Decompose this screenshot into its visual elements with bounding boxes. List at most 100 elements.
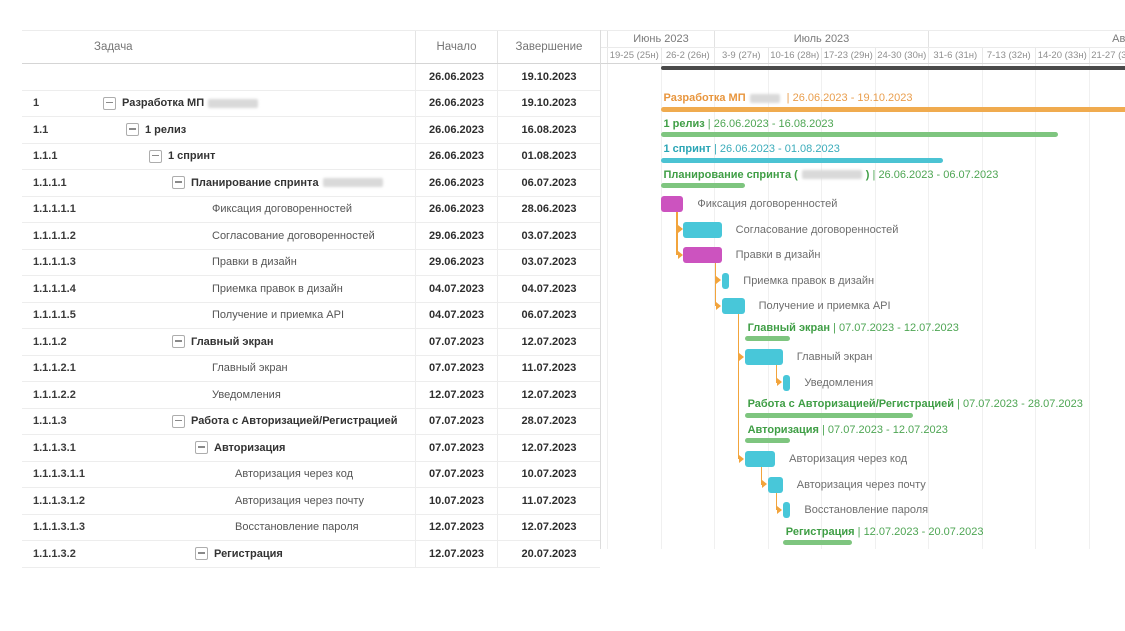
- end-date-cell: 03.07.2023: [497, 250, 600, 276]
- end-date-cell: 01.08.2023: [497, 144, 600, 170]
- summary-bar[interactable]: [661, 183, 745, 188]
- end-date-cell: 20.07.2023: [497, 541, 600, 567]
- task-name-label: Авторизация через почту: [235, 495, 364, 507]
- end-date-cell: 28.07.2023: [497, 409, 600, 435]
- task-bar-label: Получение и приемка API: [759, 298, 891, 314]
- week-cell: 19-25 (25н): [607, 48, 661, 64]
- table-body: 26.06.202319.10.20231Разработка МП26.06.…: [22, 64, 600, 568]
- end-date-cell: 11.07.2023: [497, 356, 600, 382]
- summary-bar[interactable]: [745, 413, 913, 418]
- start-date-cell: 07.07.2023: [415, 409, 497, 435]
- summary-bar[interactable]: [745, 336, 791, 341]
- table-row[interactable]: 1.1.1.1.2Согласование договоренностей29.…: [22, 223, 600, 250]
- bar-label: Главный экран | 07.07.2023 - 12.07.2023: [748, 321, 959, 335]
- table-row[interactable]: 1Разработка МП26.06.202319.10.2023: [22, 91, 600, 118]
- table-row[interactable]: 1.1.1.2Главный экран07.07.202312.07.2023: [22, 329, 600, 356]
- summary-bar[interactable]: [783, 540, 852, 545]
- bar-label: 1 релиз | 26.06.2023 - 16.08.2023: [664, 117, 834, 131]
- bar-label-dates: | 07.07.2023 - 28.07.2023: [954, 398, 1083, 410]
- collapse-icon[interactable]: [172, 335, 185, 348]
- table-row[interactable]: 1.11 релиз26.06.202316.08.2023: [22, 117, 600, 144]
- table-row[interactable]: 1.1.11 спринт26.06.202301.08.2023: [22, 144, 600, 171]
- task-bar[interactable]: [745, 349, 783, 365]
- week-cell: 3-9 (27н): [714, 48, 768, 64]
- collapse-icon[interactable]: [149, 150, 162, 163]
- dependency-arrow-icon: [739, 455, 744, 463]
- summary-bar[interactable]: [661, 107, 1125, 112]
- task-name-cell: Разработка МП: [22, 91, 415, 117]
- task-bar[interactable]: [783, 375, 791, 391]
- bar-label: Планирование спринта () | 26.06.2023 - 0…: [664, 168, 999, 182]
- end-date-cell: 06.07.2023: [497, 170, 600, 196]
- table-row[interactable]: 1.1.1.1.4Приемка правок в дизайн04.07.20…: [22, 276, 600, 303]
- summary-bar[interactable]: [745, 438, 791, 443]
- task-name-cell: Восстановление пароля: [22, 515, 415, 541]
- table-row[interactable]: 1.1.1.1.5Получение и приемка API04.07.20…: [22, 303, 600, 330]
- end-date-cell: 28.06.2023: [497, 197, 600, 223]
- collapse-icon[interactable]: [195, 547, 208, 560]
- start-date-cell: 12.07.2023: [415, 515, 497, 541]
- task-bar[interactable]: [745, 451, 776, 467]
- task-name-cell: Авторизация через код: [22, 462, 415, 488]
- dependency-line: [738, 306, 740, 459]
- table-row[interactable]: 1.1.1.1.1Фиксация договоренностей26.06.2…: [22, 197, 600, 224]
- start-date-cell: 26.06.2023: [415, 91, 497, 117]
- table-row[interactable]: 1.1.1.3.1.1Авторизация через код07.07.20…: [22, 462, 600, 489]
- task-bar[interactable]: [683, 222, 721, 238]
- task-name-cell: Регистрация: [22, 541, 415, 567]
- dependency-arrow-icon: [716, 302, 721, 310]
- dependency-arrow-icon: [678, 225, 683, 233]
- start-date-cell: 04.07.2023: [415, 276, 497, 302]
- table-row[interactable]: 1.1.1.1.3Правки в дизайн29.06.202303.07.…: [22, 250, 600, 277]
- table-row[interactable]: 1.1.1.3.2Регистрация12.07.202320.07.2023: [22, 541, 600, 568]
- end-date-cell: 10.07.2023: [497, 462, 600, 488]
- gantt-app: Задача Начало Завершение 26.06.202319.10…: [0, 0, 1125, 631]
- task-name-cell: 1 релиз: [22, 117, 415, 143]
- task-name-cell: Главный экран: [22, 356, 415, 382]
- table-row[interactable]: 1.1.1.3.1.3Восстановление пароля12.07.20…: [22, 515, 600, 542]
- table-row[interactable]: 1.1.1.3.1.2Авторизация через почту10.07.…: [22, 488, 600, 515]
- grid-line: [607, 64, 608, 549]
- bar-label-dates: | 26.06.2023 - 16.08.2023: [705, 118, 834, 130]
- summary-bar[interactable]: [661, 132, 1058, 137]
- collapse-icon[interactable]: [126, 123, 139, 136]
- gantt-chart: Июнь 2023Июль 2023Август 2023 19-25 (25н…: [600, 30, 1125, 549]
- table-row[interactable]: 1.1.1.3.1Авторизация07.07.202312.07.2023: [22, 435, 600, 462]
- task-name-cell: Планирование спринта: [22, 170, 415, 196]
- table-row[interactable]: 26.06.202319.10.2023: [22, 64, 600, 91]
- week-cell: 17-23 (29н): [821, 48, 875, 64]
- week-cell: 10-16 (28н): [768, 48, 822, 64]
- task-name-label: Восстановление пароля: [235, 521, 359, 533]
- table-row[interactable]: 1.1.1.2.1Главный экран07.07.202311.07.20…: [22, 356, 600, 383]
- task-bar[interactable]: [661, 196, 684, 212]
- table-row[interactable]: 1.1.1.1Планирование спринта26.06.202306.…: [22, 170, 600, 197]
- task-bar[interactable]: [722, 273, 730, 289]
- collapse-icon[interactable]: [195, 441, 208, 454]
- summary-bar[interactable]: [661, 158, 944, 163]
- task-name-cell: 1 спринт: [22, 144, 415, 170]
- task-name-label: Уведомления: [212, 389, 281, 401]
- bar-label: Работа с Авторизацией/Регистрацией | 07.…: [748, 397, 1083, 411]
- dependency-arrow-icon: [762, 480, 767, 488]
- task-bar[interactable]: [722, 298, 745, 314]
- end-date-cell: 12.07.2023: [497, 329, 600, 355]
- collapse-icon[interactable]: [172, 415, 185, 428]
- table-row[interactable]: 1.1.1.3Работа с Авторизацией/Регистрацие…: [22, 409, 600, 436]
- task-name-label: Правки в дизайн: [212, 256, 297, 268]
- week-cell: 7-13 (32н): [982, 48, 1036, 64]
- task-bar[interactable]: [768, 477, 783, 493]
- end-date-cell: 11.07.2023: [497, 488, 600, 514]
- task-bar[interactable]: [783, 502, 791, 518]
- table-row[interactable]: 1.1.1.2.2Уведомления12.07.202312.07.2023: [22, 382, 600, 409]
- column-header-end: Завершение: [497, 31, 600, 63]
- end-date-cell: 12.07.2023: [497, 435, 600, 461]
- total-duration-bar[interactable]: [661, 66, 1125, 70]
- redacted-text: [750, 94, 780, 103]
- task-name-cell: Приемка правок в дизайн: [22, 276, 415, 302]
- start-date-cell: 12.07.2023: [415, 382, 497, 408]
- task-bar[interactable]: [683, 247, 721, 263]
- bar-label-dates: | 07.07.2023 - 12.07.2023: [819, 424, 948, 436]
- collapse-icon[interactable]: [103, 97, 116, 110]
- task-name-label: 1 релиз: [145, 124, 186, 136]
- collapse-icon[interactable]: [172, 176, 185, 189]
